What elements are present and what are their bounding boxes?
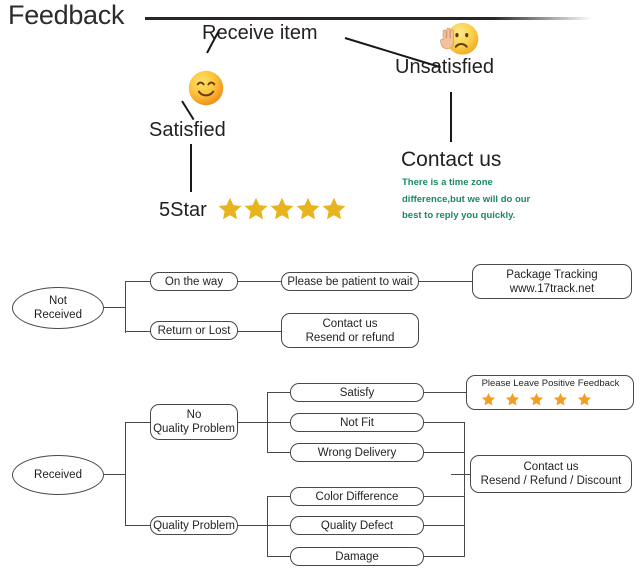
connector-unsatisfied-to-contact	[450, 92, 452, 142]
node-on-the-way-label: On the way	[164, 275, 224, 288]
link-wrong-delivery-to-bus	[424, 452, 465, 454]
node-package-tracking[interactable]: Package Tracking www.17track.net	[472, 264, 632, 299]
link-to-wrong-delivery	[267, 452, 291, 454]
node-contact-resend-detail: Resend or refund	[305, 331, 395, 344]
link-received-stem	[104, 474, 126, 476]
link-return-to-contact	[238, 331, 282, 333]
link-to-not-fit	[267, 422, 291, 424]
link-damage-to-bus	[424, 556, 465, 558]
link-resolution-bus	[464, 422, 466, 557]
link-not-fit-to-bus	[424, 422, 465, 424]
link-to-damage	[267, 556, 291, 558]
node-color-difference-label: Color Difference	[315, 490, 399, 503]
node-quality-problem-label: Quality Problem	[153, 519, 235, 532]
node-not-received-text-line2: Received	[34, 309, 82, 321]
star-icon	[296, 197, 320, 220]
link-not-received-stem	[104, 307, 126, 309]
node-please-be-patient-label: Please be patient to wait	[287, 275, 413, 288]
receive-item-label: Receive item	[202, 22, 318, 44]
link-to-quality-defect	[267, 525, 291, 527]
link-to-return-or-lost	[125, 331, 151, 333]
star-icon	[529, 393, 544, 406]
contact-us-heading: Contact us	[401, 148, 502, 171]
node-color-difference[interactable]: Color Difference	[290, 487, 424, 506]
link-satisfy-to-feedback	[424, 392, 466, 394]
node-received[interactable]: Received	[12, 455, 104, 495]
link-color-difference-to-bus	[424, 496, 465, 498]
link-group2-split	[267, 496, 269, 557]
node-satisfy-label: Satisfy	[339, 386, 375, 399]
node-not-received[interactable]: Not Received	[12, 287, 104, 329]
star-icon	[577, 393, 592, 406]
smiling-face-icon	[187, 69, 225, 107]
node-on-the-way[interactable]: On the way	[150, 272, 238, 291]
five-star-rating	[217, 196, 347, 222]
star-icon	[270, 197, 294, 220]
link-quality-defect-to-bus	[424, 525, 465, 527]
link-to-satisfy	[267, 392, 291, 394]
star-icon	[322, 197, 346, 220]
frowning-face-with-hand-icon	[438, 20, 482, 60]
connector-satisfied-to-stars	[190, 144, 192, 192]
node-wrong-delivery[interactable]: Wrong Delivery	[290, 443, 424, 462]
star-icon	[481, 393, 496, 406]
positive-feedback-label: Please Leave Positive Feedback	[481, 378, 620, 389]
link-to-on-the-way	[125, 281, 151, 283]
node-not-fit-label: Not Fit	[340, 416, 374, 429]
positive-feedback-stars	[481, 392, 592, 407]
link-to-quality-problem	[125, 525, 151, 527]
star-icon	[244, 197, 268, 220]
five-star-label: 5Star	[159, 199, 207, 221]
node-no-quality-problem-line1: No	[186, 409, 202, 421]
node-not-received-text-line1: Not	[49, 295, 67, 307]
link-on-the-way-to-wait	[238, 281, 282, 283]
node-resolution-detail: Resend / Refund / Discount	[480, 475, 622, 487]
link-wait-to-tracking	[419, 281, 473, 283]
link-group1-stem	[238, 422, 268, 424]
node-received-label: Received	[34, 469, 82, 481]
node-not-fit[interactable]: Not Fit	[290, 413, 424, 432]
node-package-tracking-url: www.17track.net	[509, 282, 595, 295]
node-no-quality-problem[interactable]: No Quality Problem	[150, 404, 238, 440]
link-not-received-split	[125, 281, 127, 333]
connector-receive-to-unsatisfied	[344, 37, 441, 69]
node-wrong-delivery-label: Wrong Delivery	[317, 446, 397, 459]
star-icon	[505, 393, 520, 406]
link-received-split	[125, 422, 127, 526]
node-no-quality-problem-line2: Quality Problem	[153, 423, 235, 435]
page-title: Feedback	[8, 0, 125, 30]
node-contact-resend-refund[interactable]: Contact us Resend or refund	[281, 313, 419, 348]
node-damage[interactable]: Damage	[290, 547, 424, 566]
node-quality-defect-label: Quality Defect	[320, 519, 394, 532]
node-contact-resend-title: Contact us	[322, 317, 378, 330]
node-return-or-lost-label: Return or Lost	[157, 324, 231, 337]
link-group2-stem	[238, 525, 268, 527]
node-package-tracking-title: Package Tracking	[506, 268, 598, 281]
node-quality-problem[interactable]: Quality Problem	[150, 516, 238, 535]
node-please-be-patient[interactable]: Please be patient to wait	[281, 272, 419, 291]
node-resolution-contact-us[interactable]: Contact us Resend / Refund / Discount	[470, 455, 632, 493]
satisfied-label: Satisfied	[149, 119, 226, 141]
link-to-color-difference	[267, 496, 291, 498]
node-resolution-title: Contact us	[523, 461, 579, 473]
link-to-no-quality-problem	[125, 422, 151, 424]
contact-us-note: There is a time zone difference,but we w…	[402, 177, 531, 221]
star-icon	[553, 393, 568, 406]
node-satisfy[interactable]: Satisfy	[290, 383, 424, 402]
header-divider	[145, 17, 592, 20]
node-damage-label: Damage	[335, 550, 379, 563]
node-quality-defect[interactable]: Quality Defect	[290, 516, 424, 535]
node-return-or-lost[interactable]: Return or Lost	[150, 321, 238, 340]
star-icon	[218, 197, 242, 220]
